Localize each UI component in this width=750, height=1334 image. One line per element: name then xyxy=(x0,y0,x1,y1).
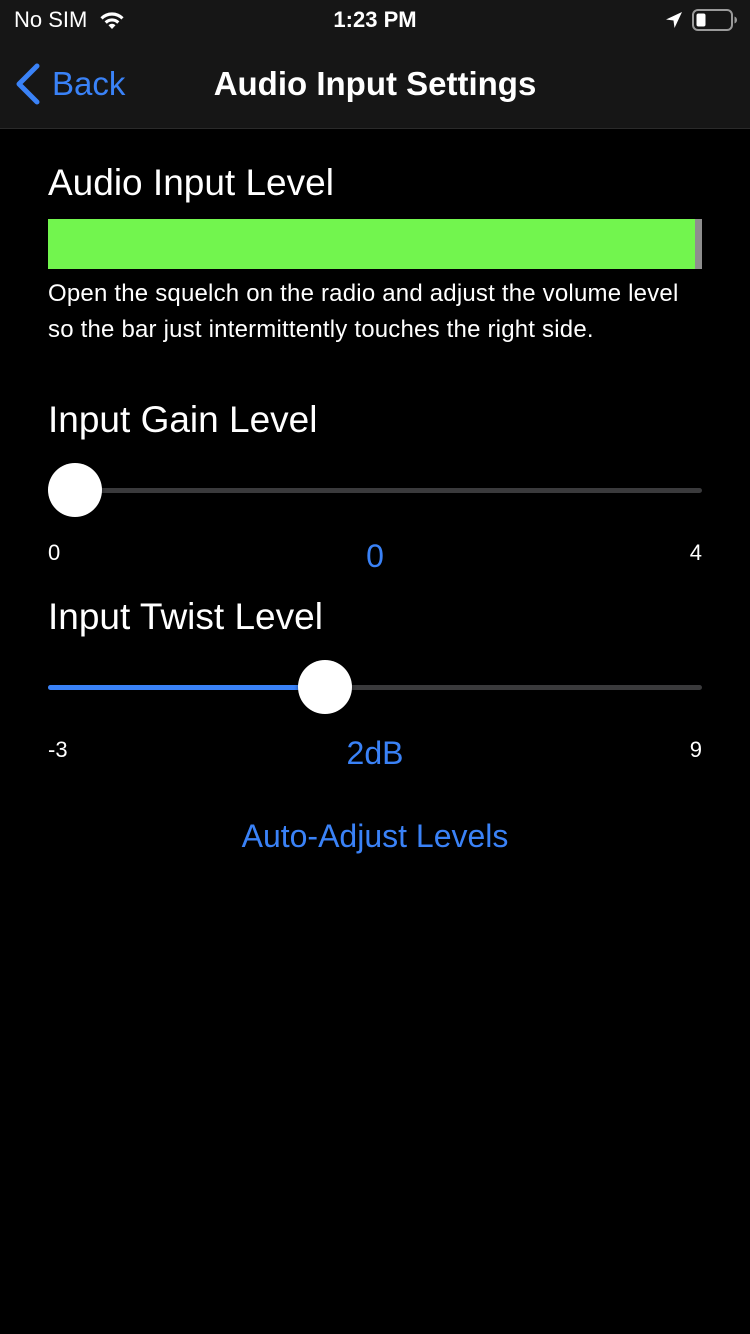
status-bar: No SIM 1:23 PM xyxy=(0,0,750,40)
auto-adjust-levels-button[interactable]: Auto-Adjust Levels xyxy=(0,818,750,855)
input-twist-slider[interactable] xyxy=(48,660,702,716)
audio-level-meter xyxy=(48,219,702,269)
battery-icon xyxy=(692,9,737,31)
input-twist-slider-fill xyxy=(48,685,325,690)
input-twist-slider-thumb[interactable] xyxy=(298,660,352,714)
audio-level-meter-fill xyxy=(48,219,696,269)
input-gain-slider-thumb[interactable] xyxy=(48,463,102,517)
input-twist-slider-track[interactable] xyxy=(48,685,702,690)
input-gain-heading: Input Gain Level xyxy=(48,399,318,440)
instructions-text: Open the squelch on the radio and adjust… xyxy=(48,280,679,343)
audio-input-level-heading: Audio Input Level xyxy=(48,162,334,203)
input-gain-slider[interactable] xyxy=(48,463,702,519)
navigation-bar: Back Audio Input Settings xyxy=(0,40,750,129)
location-icon xyxy=(666,12,682,28)
status-time: 1:23 PM xyxy=(333,7,417,32)
input-twist-heading: Input Twist Level xyxy=(48,596,323,637)
input-gain-value: 0 xyxy=(366,538,384,574)
page-title: Audio Input Settings xyxy=(213,65,537,102)
input-twist-value: 2dB xyxy=(346,735,404,771)
input-gain-slider-track[interactable] xyxy=(48,488,702,493)
status-right-icons xyxy=(664,6,738,34)
